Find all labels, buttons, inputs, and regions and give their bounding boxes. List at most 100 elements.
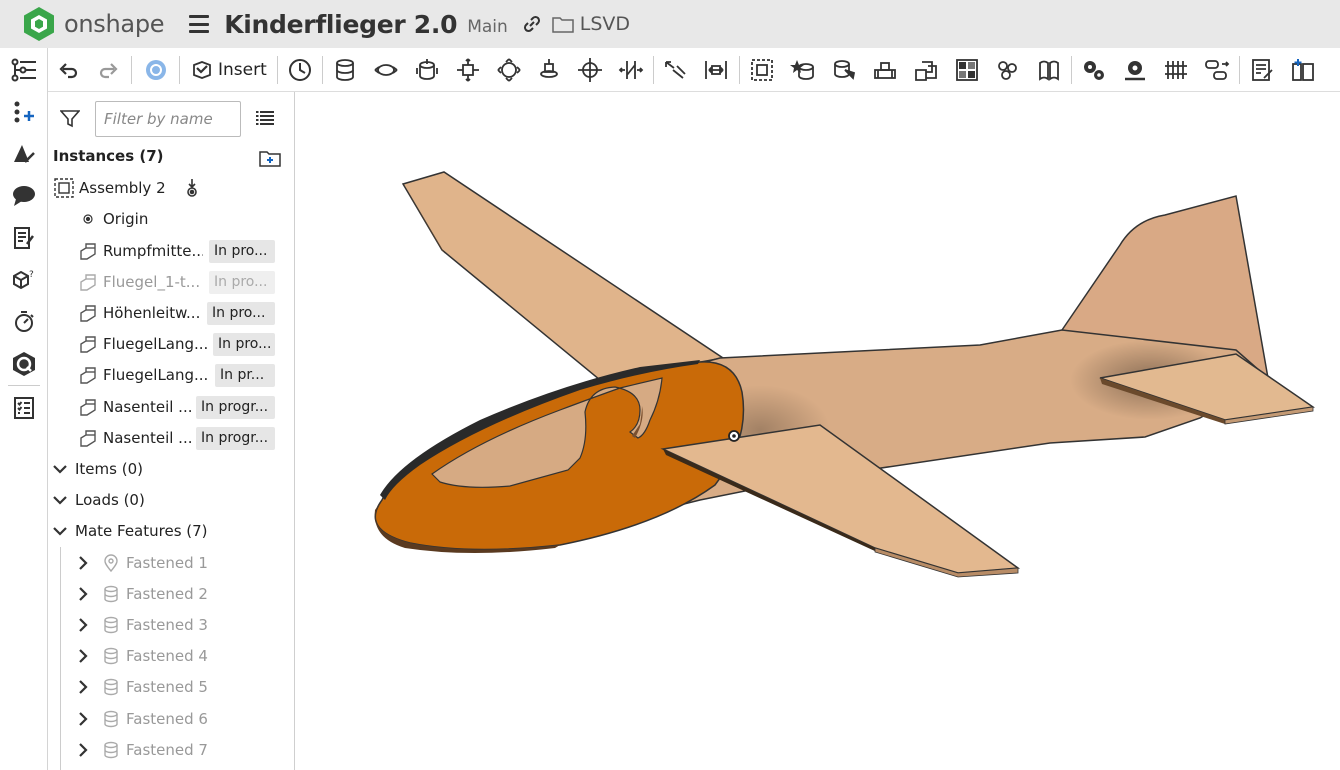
animation-icon[interactable] — [10, 308, 38, 336]
mate-features-section[interactable]: Mate Features (7) — [48, 516, 294, 546]
width-mate-icon[interactable] — [701, 56, 731, 84]
status-badge: In pro... — [213, 332, 275, 356]
ball-mate-icon[interactable] — [575, 56, 605, 84]
mate-connector-icon[interactable] — [788, 56, 818, 84]
fastened-mate-icon[interactable] — [330, 56, 360, 84]
onshape-logo[interactable]: onshape — [22, 6, 165, 42]
rack-icon[interactable] — [1161, 56, 1191, 84]
items-header: Items (0) — [75, 460, 143, 478]
status-badge: In progr... — [196, 426, 275, 450]
filter-icon[interactable] — [59, 110, 81, 132]
part-instance-icon — [79, 366, 97, 384]
items-section[interactable]: Items (0) — [48, 454, 294, 484]
chevron-right-icon[interactable] — [78, 587, 88, 601]
instance-row[interactable]: Fluegel_1-t... In pro... — [48, 267, 294, 297]
slider-mate-icon[interactable] — [412, 56, 442, 84]
mirror-icon[interactable] — [952, 56, 982, 84]
instance-name: Höhenleitw... — [103, 304, 201, 322]
chevron-right-icon[interactable] — [78, 712, 88, 726]
linear-relation-icon[interactable] — [1120, 56, 1150, 84]
parallel-mate-icon[interactable] — [616, 56, 646, 84]
feature-list-icon[interactable] — [10, 56, 38, 84]
instance-row[interactable]: Nasenteil ... In progr... — [48, 392, 294, 422]
linear-pattern-icon[interactable] — [870, 56, 900, 84]
chevron-right-icon[interactable] — [78, 680, 88, 694]
assembly-origin-icon[interactable] — [185, 178, 199, 198]
mate-row[interactable]: Fastened 2 — [48, 579, 294, 609]
assembly-row[interactable]: Assembly 2 — [48, 173, 294, 203]
link-icon[interactable] — [522, 14, 542, 34]
add-part-icon[interactable] — [10, 98, 38, 126]
mass-properties-icon[interactable] — [1288, 56, 1318, 84]
undo-icon[interactable] — [53, 56, 83, 84]
mate-name: Fastened 2 — [126, 585, 208, 603]
pin-slot-mate-icon[interactable] — [494, 56, 524, 84]
part-instance-icon — [79, 273, 97, 291]
gear-relation-icon[interactable] — [993, 56, 1023, 84]
instance-row[interactable]: Höhenleitw... In pro... — [48, 298, 294, 328]
redo-icon[interactable] — [94, 56, 124, 84]
appearance-icon[interactable] — [10, 140, 38, 168]
chevron-right-icon[interactable] — [78, 649, 88, 663]
graphics-viewport[interactable] — [295, 92, 1340, 770]
instance-row[interactable]: FluegelLang... In pro... — [48, 329, 294, 359]
planar-mate-icon[interactable] — [534, 56, 564, 84]
mate-row[interactable]: Fastened 3 — [48, 610, 294, 640]
notes-icon[interactable] — [10, 224, 38, 252]
instance-row[interactable]: Nasenteil ... In progr... — [48, 423, 294, 453]
folder-breadcrumb[interactable]: LSVD — [552, 13, 630, 35]
screw-relation-icon[interactable] — [1079, 56, 1109, 84]
mate-values-icon[interactable] — [1202, 56, 1232, 84]
app-store-icon[interactable] — [10, 350, 38, 378]
comments-icon[interactable] — [10, 182, 38, 210]
mate-row[interactable]: Fastened 4 — [48, 641, 294, 671]
mate-features-header: Mate Features (7) — [75, 522, 208, 540]
tangent-mate-icon[interactable] — [661, 56, 691, 84]
menu-hamburger-icon[interactable] — [189, 15, 210, 33]
fastened-mate-icon — [103, 616, 119, 634]
add-folder-icon[interactable] — [258, 148, 282, 172]
mate-row[interactable]: Fastened 6 — [48, 704, 294, 734]
filter-row — [48, 92, 294, 146]
loads-section[interactable]: Loads (0) — [48, 485, 294, 515]
history-icon[interactable] — [285, 56, 315, 84]
mate-row[interactable]: Fastened 5 — [48, 672, 294, 702]
airplane-model[interactable] — [295, 92, 1340, 770]
mate-row[interactable]: Fastened 7 — [48, 735, 294, 765]
part-instance-icon — [79, 429, 97, 447]
instance-row[interactable]: Rumpfmitte... In pro... — [48, 236, 294, 266]
chevron-right-icon[interactable] — [78, 556, 88, 570]
branch-label[interactable]: Main — [467, 17, 508, 37]
left-rail: ? — [0, 48, 48, 770]
measure-icon[interactable] — [1247, 56, 1277, 84]
svg-text:?: ? — [29, 270, 34, 280]
onshape-logo-icon — [24, 7, 54, 41]
checklist-icon[interactable] — [10, 394, 38, 422]
far-wing[interactable] — [401, 171, 725, 381]
circular-pattern-icon[interactable] — [911, 56, 941, 84]
chevron-right-icon[interactable] — [78, 743, 88, 757]
document-title[interactable]: Kinderflieger 2.0 — [224, 10, 457, 39]
revolute-mate-icon[interactable] — [371, 56, 401, 84]
origin-row[interactable]: Origin — [48, 204, 294, 234]
insert-label: Insert — [218, 60, 267, 80]
instance-name: FluegelLang... — [103, 366, 209, 384]
insert-icon — [193, 61, 211, 79]
instance-name: Nasenteil ... — [103, 398, 193, 416]
part-instance-icon — [79, 398, 97, 416]
origin-icon — [83, 214, 93, 224]
replicate-icon[interactable] — [829, 56, 859, 84]
instances-header[interactable]: Instances (7) — [53, 147, 164, 165]
list-view-icon[interactable] — [256, 110, 274, 130]
rack-pinion-icon[interactable] — [1034, 56, 1064, 84]
group-icon[interactable] — [747, 56, 777, 84]
part-instance-icon — [79, 335, 97, 353]
chevron-right-icon[interactable] — [78, 618, 88, 632]
bom-icon[interactable]: ? — [10, 266, 38, 294]
instance-row[interactable]: FluegelLang... In pr... — [48, 360, 294, 390]
insert-button[interactable]: Insert — [192, 56, 267, 84]
regenerate-icon[interactable] — [141, 56, 171, 84]
filter-by-name-input[interactable] — [95, 101, 241, 137]
cylindrical-mate-icon[interactable] — [453, 56, 483, 84]
mate-row[interactable]: Fastened 1 — [48, 548, 294, 578]
